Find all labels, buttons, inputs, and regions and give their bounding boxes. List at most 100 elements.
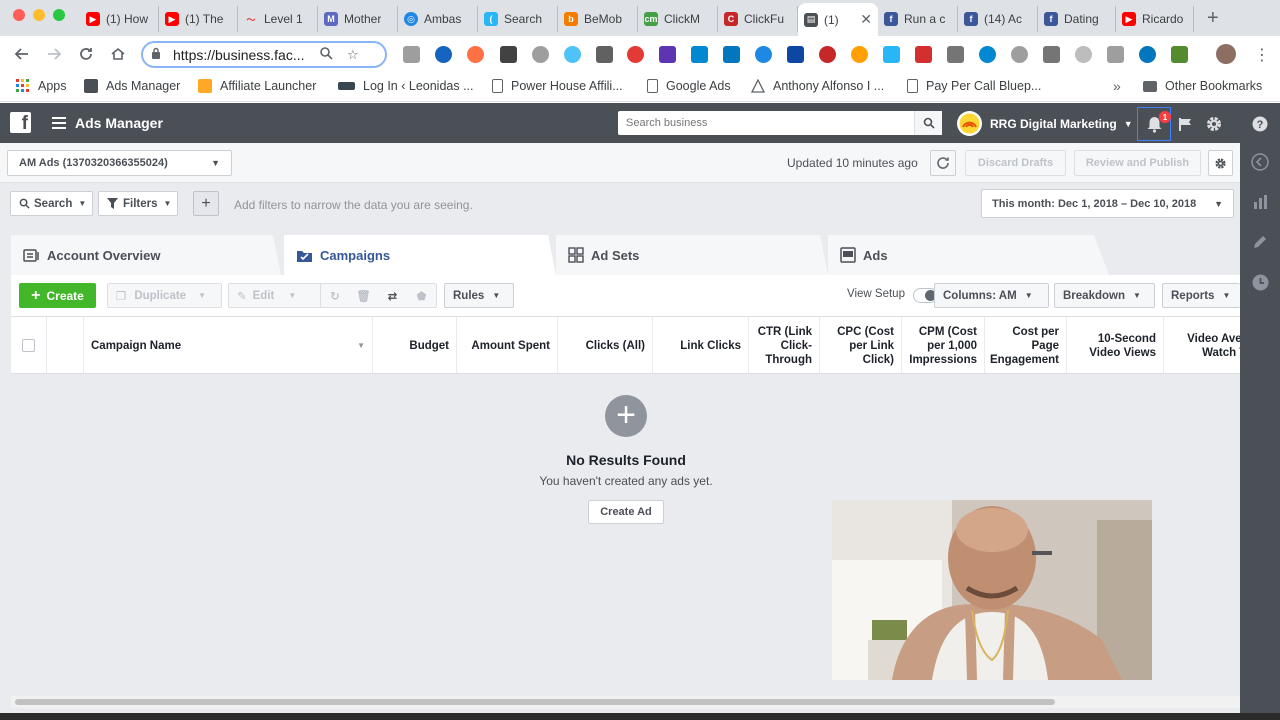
edit-button[interactable]: ✎ Edit ▼ (228, 283, 322, 308)
bookmark-item[interactable]: Ads Manager (84, 79, 180, 93)
column-header[interactable]: Clicks (All) (558, 317, 653, 373)
column-header[interactable]: Cost per Page Engagement (985, 317, 1067, 373)
facebook-logo-icon[interactable]: f (10, 112, 31, 133)
extension-icon[interactable] (1139, 46, 1156, 63)
browser-tab[interactable]: 〜 Level 1 (238, 6, 318, 32)
columns-dropdown[interactable]: Columns: AM ▼ (934, 283, 1049, 308)
column-header[interactable]: Amount Spent (457, 317, 558, 373)
extension-icon[interactable] (787, 46, 804, 63)
zoom-icon[interactable] (319, 46, 333, 63)
bookmark-item[interactable]: Pay Per Call Bluep... (907, 79, 1041, 93)
search-dropdown[interactable]: Search ▼ (10, 191, 93, 216)
browser-tab[interactable]: ▶ (1) The (159, 6, 238, 32)
tab-campaigns[interactable]: Campaigns (284, 235, 556, 275)
bookmark-star-icon[interactable]: ☆ (347, 47, 359, 63)
clock-icon[interactable] (1250, 272, 1270, 292)
rules-dropdown[interactable]: Rules ▼ (444, 283, 514, 308)
window-minimize-button[interactable] (33, 9, 45, 21)
extension-icon[interactable] (979, 46, 996, 63)
browser-tab[interactable]: ( Search (478, 6, 558, 32)
tab-account-overview[interactable]: Account Overview (11, 235, 281, 275)
column-header[interactable]: Campaign Name ▼ (84, 317, 373, 373)
extension-icon[interactable] (723, 46, 740, 63)
extension-icon[interactable] (915, 46, 932, 63)
other-bookmarks[interactable]: Other Bookmarks (1143, 79, 1262, 93)
column-header[interactable]: 10-Second Video Views (1067, 317, 1164, 373)
forward-icon[interactable] (43, 43, 65, 65)
extension-icon[interactable] (403, 46, 420, 63)
filters-dropdown[interactable]: Filters ▼ (98, 191, 178, 216)
collapse-arrow-icon[interactable] (1250, 152, 1270, 172)
business-selector[interactable]: RRG Digital Marketing ▼ (957, 111, 1133, 136)
discard-drafts-button[interactable]: Discard Drafts (965, 150, 1066, 176)
scrollbar-thumb[interactable] (15, 699, 1055, 705)
bar-chart-icon[interactable] (1250, 192, 1270, 212)
review-publish-button[interactable]: Review and Publish (1074, 150, 1201, 176)
browser-tab[interactable]: ▶ (1) How (80, 6, 159, 32)
bookmark-item[interactable]: Affiliate Launcher (198, 79, 316, 93)
create-button[interactable]: + Create (19, 283, 96, 308)
home-icon[interactable] (107, 43, 129, 65)
column-header[interactable]: CTR (Link Click-Through (749, 317, 820, 373)
reports-dropdown[interactable]: Reports ▼ (1162, 283, 1240, 308)
column-header[interactable]: CPM (Cost per 1,000 Impressions (902, 317, 985, 373)
extension-icon[interactable] (435, 46, 452, 63)
settings-gear-icon[interactable] (1208, 150, 1233, 176)
column-header[interactable]: Budget (373, 317, 457, 373)
browser-tab[interactable]: ▶ Ricardo (1116, 6, 1194, 32)
address-bar[interactable]: https://business.fac... ☆ (141, 41, 387, 68)
extension-icon[interactable] (691, 46, 708, 63)
browser-tab[interactable]: f Dating (1038, 6, 1116, 32)
extension-icon[interactable] (1107, 46, 1124, 63)
extension-icon[interactable] (596, 46, 613, 63)
search-input[interactable] (618, 111, 914, 135)
extension-icon[interactable] (532, 46, 549, 63)
extension-icon[interactable] (1011, 46, 1028, 63)
horizontal-scrollbar[interactable] (11, 696, 1240, 708)
browser-tab[interactable]: C ClickFu (718, 6, 798, 32)
bookmark-item[interactable]: Google Ads (647, 79, 731, 93)
close-tab-icon[interactable]: ✕ (854, 11, 872, 28)
browser-tab[interactable]: f Run a c (878, 6, 958, 32)
reset-icon[interactable]: ↻ (321, 289, 349, 303)
extension-icon[interactable] (500, 46, 517, 63)
help-icon[interactable]: ? (1249, 113, 1271, 135)
chrome-menu-icon[interactable]: ⋮ (1254, 45, 1270, 65)
flag-icon[interactable] (1174, 113, 1196, 135)
bookmark-item[interactable]: Apps (16, 79, 67, 93)
extension-icon[interactable] (755, 46, 772, 63)
hamburger-menu-icon[interactable] (52, 116, 66, 134)
extension-icon[interactable] (947, 46, 964, 63)
pencil-icon[interactable] (1250, 232, 1270, 252)
add-filter-plus-icon[interactable]: + (193, 191, 219, 216)
extension-icon[interactable] (883, 46, 900, 63)
search-icon[interactable] (914, 111, 942, 135)
duplicate-button[interactable]: ❐ Duplicate ▼ (107, 283, 222, 308)
tab-ad-sets[interactable]: Ad Sets (556, 235, 828, 275)
extension-icon[interactable] (659, 46, 676, 63)
sort-caret-icon[interactable]: ▼ (357, 339, 365, 353)
bookmarks-overflow-icon[interactable]: » (1113, 78, 1121, 94)
extension-icon[interactable] (467, 46, 484, 63)
browser-tab-active[interactable]: ▤ (1) ✕ (798, 3, 878, 36)
extension-icon[interactable] (627, 46, 644, 63)
profile-avatar[interactable] (1216, 44, 1236, 64)
bookmark-item[interactable]: Power House Affili... (492, 79, 623, 93)
ab-test-icon[interactable]: ⇄ (378, 289, 407, 303)
column-header[interactable]: Link Clicks (653, 317, 749, 373)
browser-tab[interactable]: cm ClickM (638, 6, 718, 32)
browser-tab[interactable]: f (14) Ac (958, 6, 1038, 32)
extension-icon[interactable] (1075, 46, 1092, 63)
new-tab-button[interactable]: + (1207, 8, 1219, 28)
extension-icon[interactable] (819, 46, 836, 63)
back-icon[interactable] (11, 43, 33, 65)
extension-icon[interactable] (564, 46, 581, 63)
extension-icon[interactable] (1043, 46, 1060, 63)
refresh-icon[interactable] (930, 150, 956, 176)
window-zoom-button[interactable] (53, 9, 65, 21)
extension-icon[interactable] (1171, 46, 1188, 63)
date-range-picker[interactable]: This month: Dec 1, 2018 – Dec 10, 2018 ▼ (981, 189, 1234, 218)
bookmark-item[interactable]: Log In ‹ Leonidas ... (338, 79, 474, 93)
reload-icon[interactable] (75, 43, 97, 65)
column-header[interactable]: CPC (Cost per Link Click) (820, 317, 902, 373)
